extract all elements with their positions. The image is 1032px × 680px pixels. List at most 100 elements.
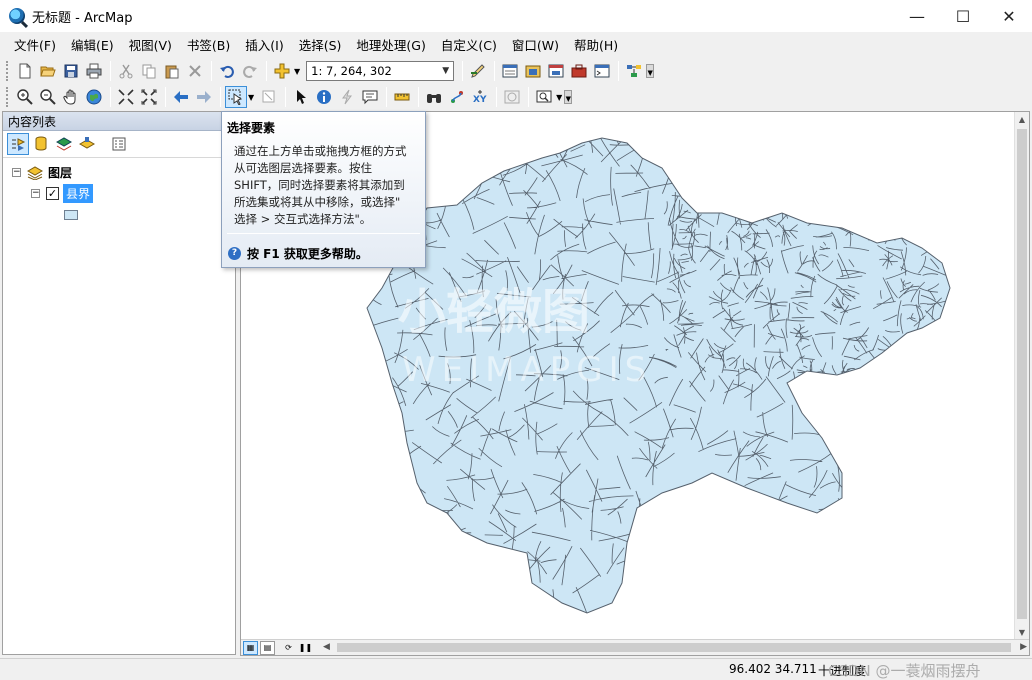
list-by-visibility-icon[interactable] bbox=[53, 133, 75, 155]
tooltip-help: ? 按 F1 获取更多帮助。 bbox=[228, 245, 368, 262]
layer-visibility-checkbox[interactable]: ✓ bbox=[46, 187, 59, 200]
menu-selection[interactable]: 选择(S) bbox=[293, 35, 348, 54]
toolbar-separator bbox=[110, 87, 111, 107]
cursor-coordinates: 96.402 34.711 bbox=[729, 662, 817, 676]
model-builder-icon[interactable] bbox=[623, 60, 645, 82]
toc-options-icon[interactable] bbox=[108, 133, 130, 155]
layer-name-county-boundary[interactable]: 县界 bbox=[63, 184, 94, 203]
menu-bar: 文件(F) 编辑(E) 视图(V) 书签(B) 插入(I) 选择(S) 地理处理… bbox=[0, 32, 1032, 57]
scroll-down-icon[interactable]: ▼ bbox=[1015, 625, 1029, 640]
create-viewer-window-icon[interactable] bbox=[533, 86, 555, 108]
refresh-icon[interactable]: ⟳ bbox=[281, 641, 296, 655]
data-view-icon[interactable]: ▦ bbox=[243, 640, 258, 655]
html-popup-icon[interactable] bbox=[359, 86, 381, 108]
menu-file[interactable]: 文件(F) bbox=[8, 35, 62, 54]
paste-icon[interactable] bbox=[161, 60, 183, 82]
back-arrow-icon[interactable] bbox=[170, 86, 192, 108]
tree-row-layer: − ✓ 县界 bbox=[3, 183, 235, 204]
maximize-button[interactable]: ☐ bbox=[940, 0, 986, 32]
new-document-icon[interactable] bbox=[14, 60, 36, 82]
pause-drawing-icon[interactable]: ❚❚ bbox=[298, 641, 313, 655]
forward-arrow-icon[interactable] bbox=[193, 86, 215, 108]
layer-symbol-swatch[interactable] bbox=[64, 209, 78, 220]
list-by-source-icon[interactable] bbox=[30, 133, 52, 155]
watermark-en: WEIMAPGIS bbox=[402, 350, 652, 390]
toolbar-grip[interactable] bbox=[6, 61, 10, 81]
menu-geoprocessing[interactable]: 地理处理(G) bbox=[350, 35, 431, 54]
menu-windows[interactable]: 窗口(W) bbox=[506, 35, 565, 54]
hyperlink-icon[interactable] bbox=[336, 86, 358, 108]
status-bar: 96.402 34.711 十进制度 CSDN @一蓑烟雨摆舟 bbox=[0, 658, 1032, 680]
arcmap-app-icon bbox=[9, 8, 25, 24]
viewer-dropdown-icon[interactable]: ▼ bbox=[556, 93, 562, 102]
toolbar-overflow-icon[interactable]: ▼ bbox=[646, 64, 655, 78]
collapse-toggle[interactable]: − bbox=[31, 189, 40, 198]
layout-view-icon[interactable]: ▤ bbox=[260, 640, 275, 655]
vertical-scroll-thumb[interactable] bbox=[1017, 129, 1027, 619]
pan-hand-icon[interactable] bbox=[60, 86, 82, 108]
layers-group-label[interactable]: 图层 bbox=[48, 164, 72, 181]
list-by-drawing-order-icon[interactable] bbox=[7, 133, 29, 155]
fixed-zoom-out-icon[interactable] bbox=[138, 86, 160, 108]
measure-icon[interactable] bbox=[391, 86, 413, 108]
find-route-icon[interactable] bbox=[446, 86, 468, 108]
select-dropdown-icon[interactable]: ▼ bbox=[248, 93, 254, 102]
toolbar-overflow-icon[interactable]: ▼ bbox=[564, 90, 573, 104]
horizontal-scroll-thumb[interactable] bbox=[337, 643, 1011, 652]
csdn-credit-watermark: CSDN @一蓑烟雨摆舟 bbox=[828, 662, 981, 680]
go-to-xy-icon[interactable]: XY bbox=[469, 86, 491, 108]
time-slider-icon[interactable] bbox=[501, 86, 523, 108]
catalog-icon[interactable] bbox=[522, 60, 544, 82]
full-extent-globe-icon[interactable] bbox=[83, 86, 105, 108]
zoom-in-icon[interactable] bbox=[14, 86, 36, 108]
delete-icon[interactable] bbox=[184, 60, 206, 82]
zoom-out-icon[interactable] bbox=[37, 86, 59, 108]
tooltip-line: 选择 > 交互式选择方法"。 bbox=[234, 212, 372, 226]
menu-view[interactable]: 视图(V) bbox=[123, 35, 178, 54]
list-by-selection-icon[interactable] bbox=[76, 133, 98, 155]
scroll-right-icon[interactable]: ▶ bbox=[1020, 640, 1027, 655]
table-of-contents-icon[interactable] bbox=[499, 60, 521, 82]
toolbar-separator bbox=[220, 87, 221, 107]
vertical-scrollbar[interactable]: ▲ ▼ bbox=[1014, 112, 1029, 640]
tooltip-divider bbox=[227, 233, 420, 234]
cut-icon[interactable] bbox=[115, 60, 137, 82]
toolbar-separator bbox=[496, 87, 498, 107]
menu-help[interactable]: 帮助(H) bbox=[568, 35, 624, 54]
select-features-icon[interactable] bbox=[225, 86, 247, 108]
arctoolbox-icon[interactable] bbox=[568, 60, 590, 82]
chevron-down-icon[interactable]: ▼ bbox=[442, 66, 449, 76]
menu-customize[interactable]: 自定义(C) bbox=[435, 35, 503, 54]
close-button[interactable]: ✕ bbox=[986, 0, 1032, 32]
add-data-icon[interactable] bbox=[271, 60, 293, 82]
python-window-icon[interactable] bbox=[591, 60, 613, 82]
identify-icon[interactable] bbox=[313, 86, 335, 108]
find-binoculars-icon[interactable] bbox=[423, 86, 445, 108]
window-controls: — ☐ ✕ bbox=[894, 0, 1032, 32]
tooltip-line: 从可选图层选择要素。按住 bbox=[234, 161, 372, 175]
open-folder-icon[interactable] bbox=[37, 60, 59, 82]
collapse-toggle[interactable]: − bbox=[12, 168, 21, 177]
menu-insert[interactable]: 插入(I) bbox=[239, 35, 289, 54]
menu-bookmarks[interactable]: 书签(B) bbox=[181, 35, 236, 54]
clear-selection-icon[interactable] bbox=[258, 86, 280, 108]
select-elements-arrow-icon[interactable] bbox=[290, 86, 312, 108]
scroll-up-icon[interactable]: ▲ bbox=[1015, 112, 1029, 127]
copy-icon[interactable] bbox=[138, 60, 160, 82]
print-icon[interactable] bbox=[83, 60, 105, 82]
fixed-zoom-in-icon[interactable] bbox=[115, 86, 137, 108]
map-scale-combo[interactable]: 1: 7, 264, 302 ▼ bbox=[306, 61, 455, 81]
save-icon[interactable] bbox=[60, 60, 82, 82]
menu-edit[interactable]: 编辑(E) bbox=[65, 35, 120, 54]
redo-icon[interactable] bbox=[239, 60, 261, 82]
tooltip-title: 选择要素 bbox=[227, 121, 276, 135]
scroll-left-icon[interactable]: ◀ bbox=[323, 640, 330, 655]
editor-toolbar-icon[interactable] bbox=[467, 60, 489, 82]
toolbar-separator bbox=[165, 87, 166, 107]
add-data-dropdown-icon[interactable]: ▼ bbox=[294, 67, 300, 76]
minimize-button[interactable]: — bbox=[894, 0, 940, 32]
search-window-icon[interactable] bbox=[545, 60, 567, 82]
horizontal-scrollbar[interactable]: ◀ ▶ bbox=[323, 640, 1029, 655]
undo-icon[interactable] bbox=[216, 60, 238, 82]
toolbar-grip[interactable] bbox=[6, 87, 10, 107]
